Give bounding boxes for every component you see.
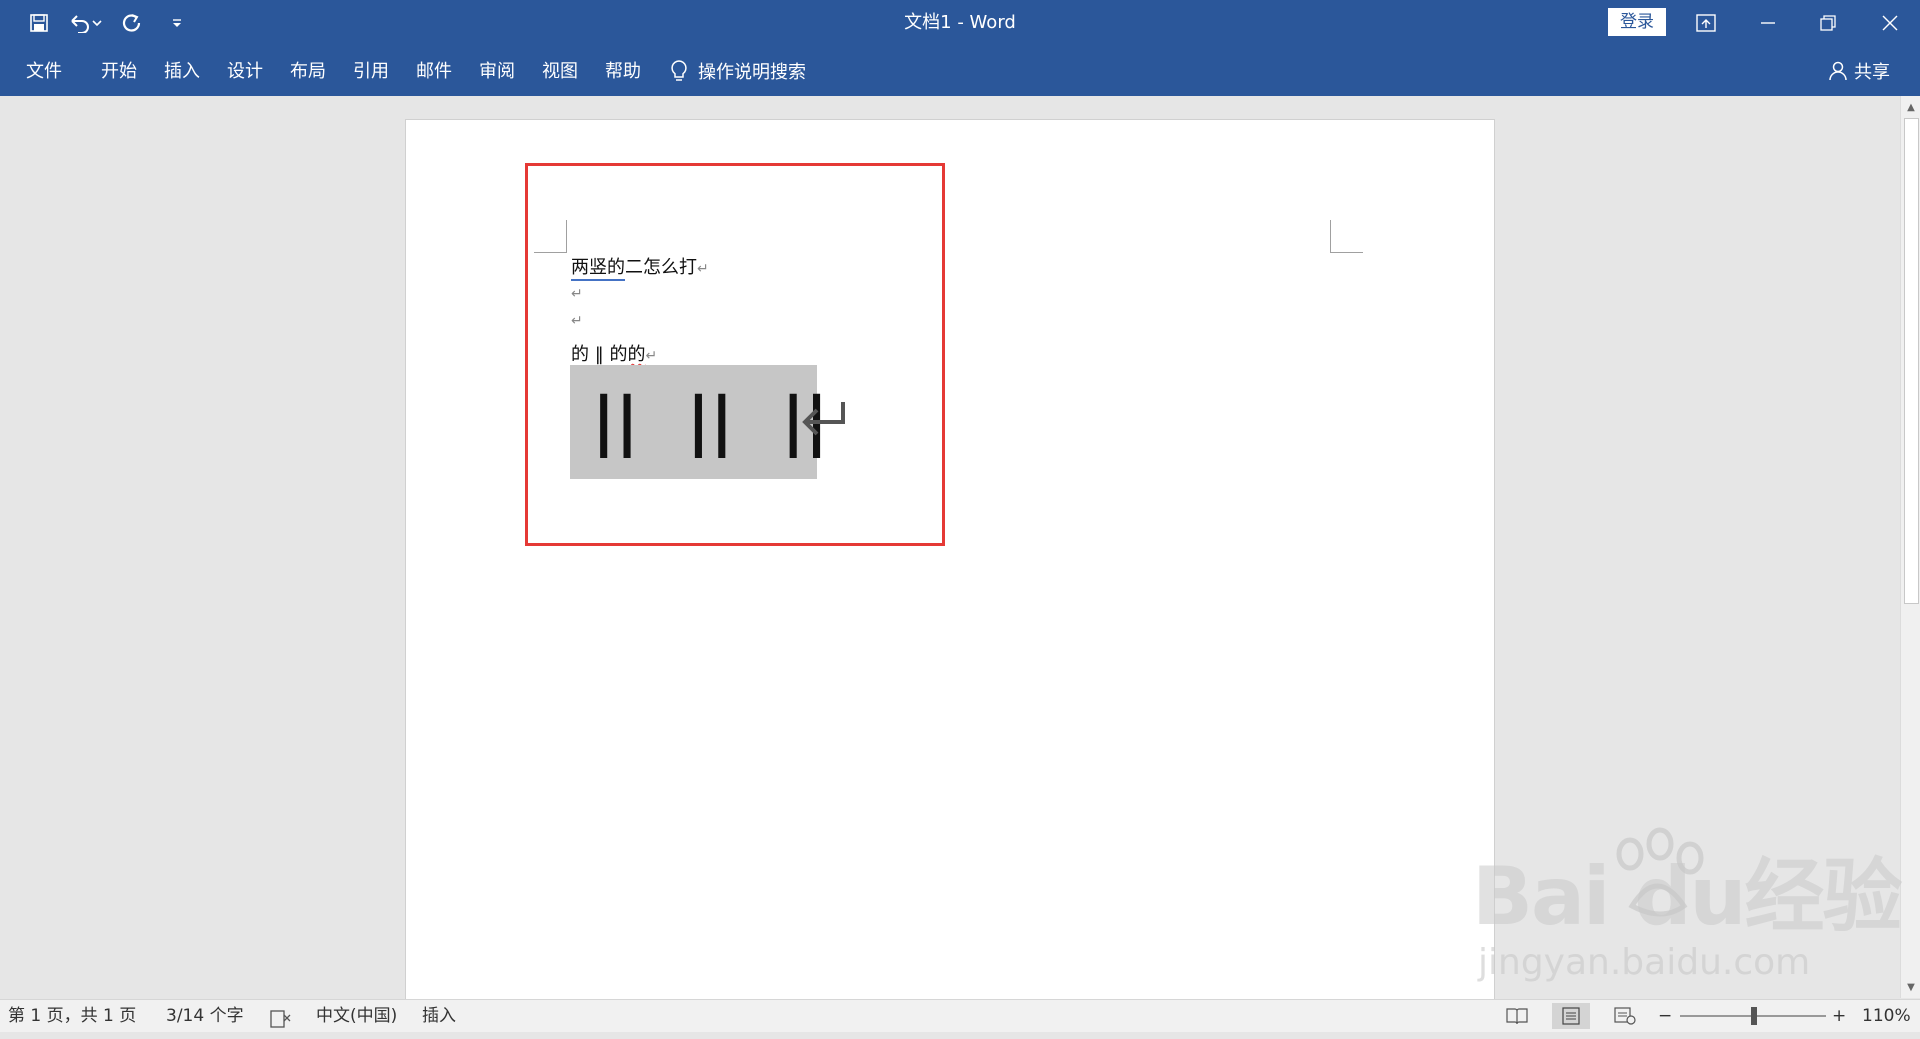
language-indicator[interactable]: 中文(中国) <box>316 1000 397 1032</box>
tab-help[interactable]: 帮助 <box>605 46 641 96</box>
restore-button[interactable] <box>1800 0 1856 46</box>
book-icon <box>1506 1008 1528 1025</box>
tab-design[interactable]: 设计 <box>227 46 263 96</box>
page-layout-icon <box>1562 1007 1580 1025</box>
word-count[interactable]: 3/14 个字 <box>166 1000 244 1032</box>
vertical-scrollbar[interactable]: ▲ ▼ <box>1900 96 1920 998</box>
scrollbar-thumb[interactable] <box>1904 118 1919 604</box>
watermark-logo: Bai du经验 <box>1472 850 1902 943</box>
tab-references[interactable]: 引用 <box>353 46 389 96</box>
minimize-icon <box>1761 22 1775 24</box>
read-mode-button[interactable] <box>1498 1003 1536 1029</box>
watermark-url: jingyan.baidu.com <box>1478 942 1811 983</box>
scroll-up-arrow-icon[interactable]: ▲ <box>1901 98 1920 116</box>
tab-mailings[interactable]: 邮件 <box>416 46 452 96</box>
login-button[interactable]: 登录 <box>1608 8 1666 36</box>
minimize-button[interactable] <box>1740 0 1796 46</box>
ribbon-display-icon <box>1696 14 1716 32</box>
print-layout-button[interactable] <box>1552 1003 1590 1029</box>
share-label: 共享 <box>1854 62 1890 83</box>
zoom-out-button[interactable]: − <box>1658 1000 1672 1032</box>
restore-icon <box>1820 15 1836 31</box>
zoom-in-button[interactable]: + <box>1832 1000 1846 1032</box>
crop-mark-top-right <box>1330 220 1363 253</box>
title-bar: 文档1 - Word 登录 <box>0 0 1920 46</box>
tab-home[interactable]: 开始 <box>101 46 137 96</box>
zoom-level[interactable]: 110% <box>1862 1000 1911 1032</box>
tell-me-search[interactable]: 操作说明搜索 <box>670 46 806 96</box>
tab-review[interactable]: 审阅 <box>479 46 515 96</box>
insert-mode-indicator[interactable]: 插入 <box>422 1000 456 1032</box>
status-bar: 第 1 页，共 1 页 3/14 个字 中文(中国) 插入 − + 110% <box>0 999 1920 1032</box>
web-layout-icon <box>1614 1007 1636 1025</box>
tell-me-label: 操作说明搜索 <box>698 62 806 83</box>
tab-file[interactable]: 文件 <box>26 46 62 96</box>
scroll-down-arrow-icon[interactable]: ▼ <box>1901 978 1920 996</box>
page-count[interactable]: 第 1 页，共 1 页 <box>8 1000 136 1032</box>
proofing-icon[interactable] <box>270 1007 292 1028</box>
tab-insert[interactable]: 插入 <box>164 46 200 96</box>
close-button[interactable] <box>1862 0 1918 46</box>
tab-layout[interactable]: 布局 <box>290 46 326 96</box>
ribbon-tab-bar: 文件 开始 插入 设计 布局 引用 邮件 审阅 视图 帮助 操作说明搜索 共享 <box>0 46 1920 96</box>
person-icon <box>1829 61 1847 81</box>
lightbulb-icon <box>671 60 687 81</box>
red-highlight-frame <box>525 163 945 546</box>
zoom-slider-thumb[interactable] <box>1751 1007 1757 1025</box>
web-layout-button[interactable] <box>1606 1003 1644 1029</box>
ribbon-display-options-button[interactable] <box>1678 0 1734 46</box>
share-button[interactable]: 共享 <box>1828 46 1890 96</box>
close-icon <box>1882 15 1898 31</box>
tab-view[interactable]: 视图 <box>542 46 578 96</box>
